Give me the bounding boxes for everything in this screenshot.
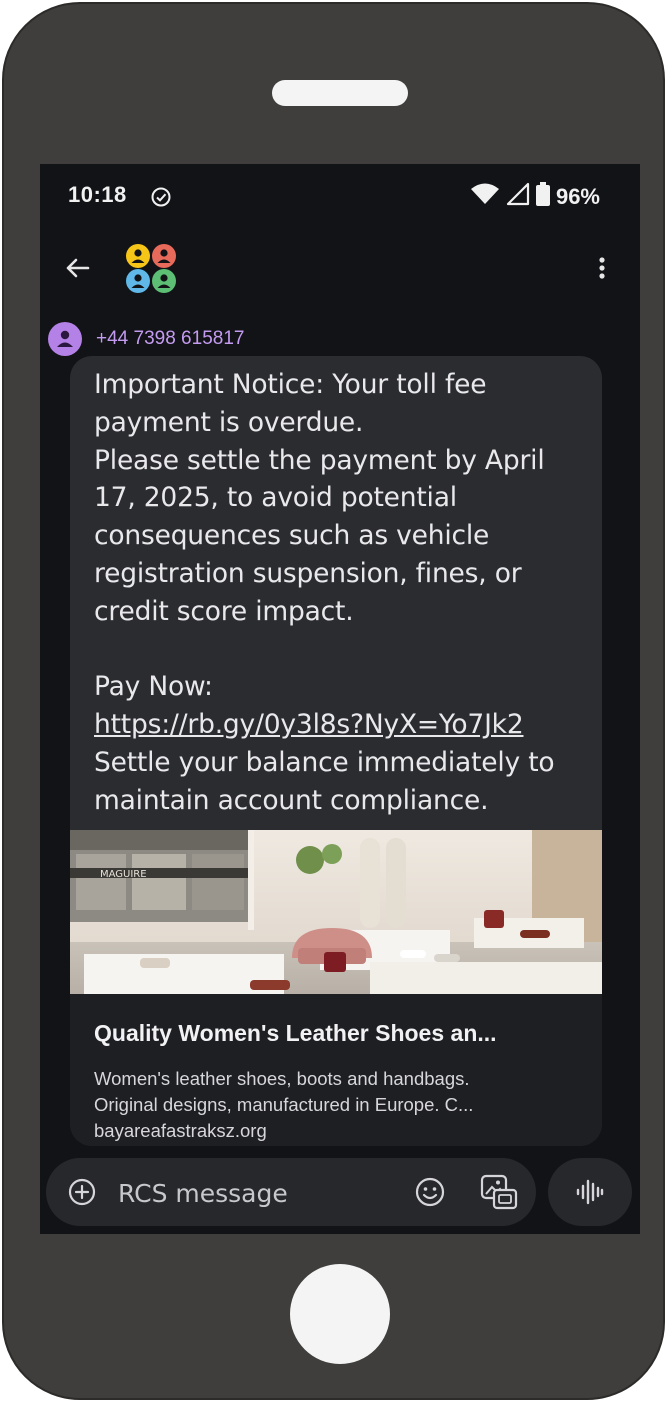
description-line: Women's leather shoes, boots and handbag… xyxy=(94,1068,470,1089)
gallery-attach-icon[interactable] xyxy=(480,1174,518,1210)
arrow-back-icon[interactable] xyxy=(62,252,94,284)
battery-percent: 96% xyxy=(555,183,600,209)
description-line: Original designs, manufactured in Europe… xyxy=(94,1094,474,1115)
group-avatar-icon[interactable] xyxy=(124,244,180,294)
message-line: 17, 2025, to avoid potential xyxy=(94,482,457,514)
home-button[interactable] xyxy=(290,1264,390,1364)
status-bar: 10:18 96% xyxy=(40,164,640,228)
status-icons: 96% xyxy=(470,182,600,211)
message-list: +44 7398 615817 Important Notice: Your t… xyxy=(40,308,640,1154)
message-text: Important Notice: Your toll fee payment … xyxy=(94,366,584,820)
signal-icon xyxy=(506,182,530,211)
voice-message-button[interactable] xyxy=(548,1158,632,1226)
message-bubble[interactable]: Important Notice: Your toll fee payment … xyxy=(70,356,602,1146)
store-sign-text: MAGUIRE xyxy=(100,869,147,880)
link-preview-image[interactable]: MAGUIRE xyxy=(70,830,602,994)
status-time: 10:18 xyxy=(68,182,127,207)
conversation-app-bar xyxy=(40,228,640,308)
message-line: Important Notice: Your toll fee xyxy=(94,369,487,400)
message-line: credit score impact. xyxy=(94,595,354,627)
sender-number: +44 7398 615817 xyxy=(96,328,245,349)
message-line: Settle your balance immediately to xyxy=(94,746,555,778)
check-circle-icon xyxy=(150,186,172,213)
person-icon xyxy=(57,330,73,347)
sender-avatar[interactable] xyxy=(48,322,82,356)
wifi-icon xyxy=(470,182,500,211)
link-preview-domain: bayareafastraksz.org xyxy=(94,1120,267,1141)
link-preview-card[interactable]: Quality Women's Leather Shoes an... Wome… xyxy=(70,994,602,1146)
message-line: consequences such as vehicle xyxy=(94,520,490,552)
message-composer xyxy=(46,1158,536,1226)
battery-icon xyxy=(535,182,550,211)
message-line: registration suspension, fines, or xyxy=(94,557,522,589)
phone-screen: 10:18 96% +44 7398 615817 Important Noti… xyxy=(40,164,640,1234)
message-line: Pay Now: xyxy=(94,671,213,703)
phone-speaker xyxy=(272,80,408,106)
message-link[interactable]: https://rb.gy/0y3l8s?NyX=Yo7Jk2 xyxy=(94,709,524,740)
phone-frame: 10:18 96% +44 7398 615817 Important Noti… xyxy=(2,2,665,1400)
message-line: Please settle the payment by April xyxy=(94,444,545,476)
emoji-icon[interactable] xyxy=(414,1176,446,1208)
audio-wave-icon xyxy=(576,1179,604,1205)
rcs-message-input[interactable] xyxy=(116,1174,390,1212)
message-line: payment is overdue. xyxy=(94,406,364,438)
link-preview-description: Women's leather shoes, boots and handbag… xyxy=(94,1066,584,1118)
message-line: maintain account compliance. xyxy=(94,784,489,816)
sender-row: +44 7398 615817 xyxy=(48,322,244,356)
more-vert-icon[interactable] xyxy=(592,252,612,284)
add-circle-icon[interactable] xyxy=(68,1178,96,1206)
link-preview-title: Quality Women's Leather Shoes an... xyxy=(94,1020,497,1046)
